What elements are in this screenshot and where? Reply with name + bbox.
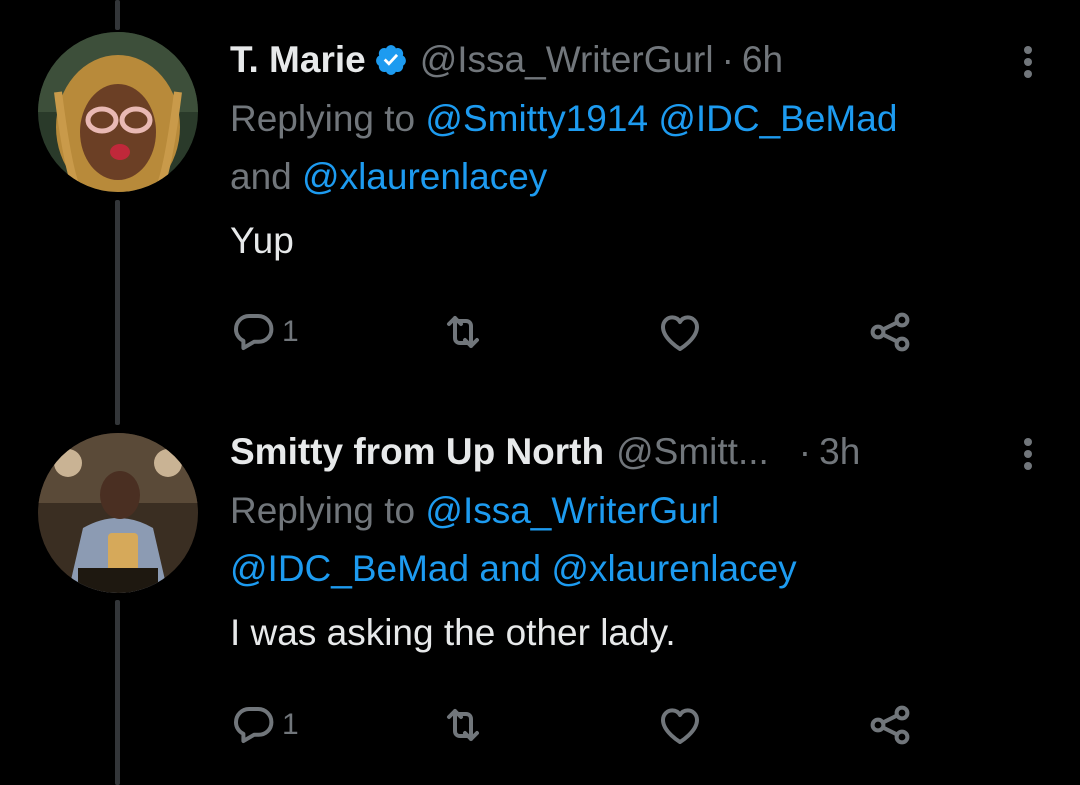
replying-to: Replying to @Issa_WriterGurl @IDC_BeMad … [230,482,1040,598]
reply-icon [234,314,274,350]
avatar-photo [38,433,198,593]
share-button[interactable] [866,700,914,750]
mention-link[interactable]: @Issa_WriterGurl [425,490,719,531]
replying-and: and [230,156,303,197]
tweet-text: I was asking the other lady. [230,612,676,653]
display-name[interactable]: T. Marie [230,39,366,81]
timestamp[interactable]: 3h [819,431,860,473]
like-button[interactable] [656,700,704,750]
verified-badge-icon [375,45,406,75]
tweet-actions: 1 [230,700,930,750]
like-button[interactable] [656,307,704,357]
separator-dot: · [721,39,734,80]
retweet-icon [447,316,479,348]
replying-and: and [469,548,552,589]
retweet-button[interactable] [438,700,488,750]
tweet[interactable]: Smitty from Up North @Smitt... · 3h Repl… [0,400,1080,785]
mention-link[interactable]: @IDC_BeMad [230,548,469,589]
separator-dot: · [798,431,812,472]
handle[interactable]: @Smitt... [616,431,769,473]
tweet-header: T. Marie @Issa_WriterGurl · 6h [230,36,1040,84]
replying-prefix: Replying to [230,490,426,531]
tweet-text: Yup [230,220,294,261]
share-button[interactable] [866,307,914,357]
like-icon [661,315,699,351]
tweet[interactable]: T. Marie @Issa_WriterGurl · 6h Replying … [0,0,1080,400]
replying-prefix: Replying to [230,98,426,139]
mention-link[interactable]: @xlaurenlacey [302,156,547,197]
avatar[interactable] [38,32,198,192]
avatar-photo [38,32,198,192]
more-icon[interactable] [1016,436,1040,472]
replying-to: Replying to @Smitty1914 @IDC_BeMad and @… [230,90,1040,206]
tweet-header: Smitty from Up North @Smitt... · 3h [230,428,1040,476]
reply-button[interactable]: 1 [230,307,299,357]
handle[interactable]: @Issa_WriterGurl [420,39,714,81]
like-icon [661,708,699,744]
mention-link[interactable]: @xlaurenlacey [551,548,796,589]
share-icon [870,312,910,352]
tweet-actions: 1 [230,307,930,357]
share-icon [870,705,910,745]
avatar[interactable] [38,433,198,593]
retweet-icon [447,709,479,741]
reply-button[interactable]: 1 [230,700,299,750]
display-name[interactable]: Smitty from Up North [230,431,604,473]
reply-count: 1 [282,315,299,348]
timestamp[interactable]: 6h [742,39,783,81]
more-icon[interactable] [1016,44,1040,80]
reply-count: 1 [282,708,299,741]
retweet-button[interactable] [438,307,488,357]
reply-icon [234,707,274,743]
mention-link[interactable]: @Smitty1914 @IDC_BeMad [425,98,897,139]
